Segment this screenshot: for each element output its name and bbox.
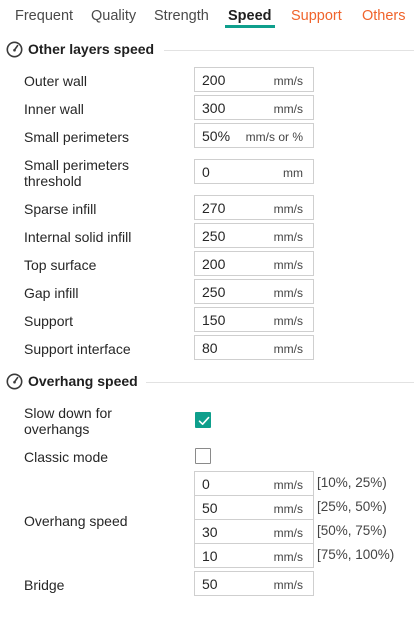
- field-value: 0: [202, 164, 210, 180]
- field-unit: mm/s: [273, 578, 303, 592]
- small-perimeters-threshold-input[interactable]: 0 mm: [194, 159, 314, 184]
- bridge-input[interactable]: 50 mm/s: [194, 571, 314, 596]
- field-unit: mm/s or %: [245, 130, 303, 144]
- field-value: 250: [202, 284, 226, 300]
- small-perimeters-input[interactable]: 50% mm/s or %: [194, 123, 314, 148]
- sparse-infill-label: Sparse infill: [24, 201, 97, 217]
- bridge-label: Bridge: [24, 577, 65, 593]
- field-unit: mm/s: [273, 526, 303, 540]
- field-value: 150: [202, 312, 226, 328]
- slow-down-overhangs-label-line1: Slow down for: [24, 405, 112, 421]
- top-surface-input[interactable]: 200 mm/s: [194, 251, 314, 276]
- tab-quality[interactable]: Quality: [91, 8, 136, 24]
- overhang-range-label: [50%, 75%): [317, 523, 387, 538]
- active-tab-indicator: [225, 25, 275, 28]
- tab-strength[interactable]: Strength: [154, 8, 209, 24]
- field-unit: mm/s: [273, 230, 303, 244]
- classic-mode-checkbox[interactable]: [195, 448, 211, 464]
- section-title: Overhang speed: [28, 373, 138, 389]
- field-value: 80: [202, 340, 218, 356]
- check-icon: [198, 416, 210, 425]
- field-value: 200: [202, 72, 226, 88]
- support-interface-input[interactable]: 80 mm/s: [194, 335, 314, 360]
- overhang-range-label: [25%, 50%): [317, 499, 387, 514]
- field-unit: mm: [283, 166, 303, 180]
- outer-wall-input[interactable]: 200 mm/s: [194, 67, 314, 92]
- field-unit: mm/s: [273, 202, 303, 216]
- overhang-speed-input-2[interactable]: 50 mm/s: [194, 495, 314, 520]
- field-unit: mm/s: [273, 286, 303, 300]
- section-header-overhang-speed: Overhang speed: [6, 372, 414, 392]
- internal-solid-infill-label: Internal solid infill: [24, 229, 132, 245]
- field-value: 200: [202, 256, 226, 272]
- gauge-icon: [6, 373, 23, 390]
- slow-down-overhangs-label-line2: overhangs: [24, 421, 90, 437]
- field-value: 30: [202, 524, 218, 540]
- section-title: Other layers speed: [28, 41, 155, 57]
- section-divider: [146, 382, 414, 383]
- field-unit: mm/s: [273, 258, 303, 272]
- small-perimeters-label: Small perimeters: [24, 129, 130, 145]
- sparse-infill-input[interactable]: 270 mm/s: [194, 195, 314, 220]
- small-perimeters-threshold-label-line2: threshold: [24, 173, 82, 189]
- section-divider: [164, 50, 414, 51]
- tab-support[interactable]: Support: [291, 8, 342, 24]
- internal-solid-infill-input[interactable]: 250 mm/s: [194, 223, 314, 248]
- support-interface-label: Support interface: [24, 341, 131, 357]
- tab-speed[interactable]: Speed: [228, 8, 272, 24]
- outer-wall-label: Outer wall: [24, 73, 88, 89]
- field-value: 50%: [202, 128, 231, 144]
- field-value: 300: [202, 100, 226, 116]
- field-unit: mm/s: [273, 550, 303, 564]
- gap-infill-input[interactable]: 250 mm/s: [194, 279, 314, 304]
- field-unit: mm/s: [273, 478, 303, 492]
- field-value: 10: [202, 548, 218, 564]
- field-unit: mm/s: [273, 314, 303, 328]
- section-header-other-layers-speed: Other layers speed: [6, 40, 414, 60]
- inner-wall-input[interactable]: 300 mm/s: [194, 95, 314, 120]
- tab-bar: Frequent Quality Strength Speed Support …: [0, 0, 417, 29]
- small-perimeters-threshold-label-line1: Small perimeters: [24, 157, 130, 173]
- inner-wall-label: Inner wall: [24, 101, 84, 117]
- field-value: 270: [202, 200, 226, 216]
- classic-mode-label: Classic mode: [24, 449, 109, 465]
- gap-infill-label: Gap infill: [24, 285, 79, 301]
- overhang-speed-input-4[interactable]: 10 mm/s: [194, 543, 314, 568]
- support-input[interactable]: 150 mm/s: [194, 307, 314, 332]
- field-unit: mm/s: [273, 502, 303, 516]
- field-value: 250: [202, 228, 226, 244]
- overhang-range-label: [10%, 25%): [317, 475, 387, 490]
- overhang-speed-label: Overhang speed: [24, 513, 128, 529]
- gauge-icon: [6, 41, 23, 58]
- support-label: Support: [24, 313, 74, 329]
- top-surface-label: Top surface: [24, 257, 97, 273]
- slow-down-overhangs-checkbox[interactable]: [195, 412, 211, 428]
- field-unit: mm/s: [273, 102, 303, 116]
- field-unit: mm/s: [273, 74, 303, 88]
- overhang-speed-input-3[interactable]: 30 mm/s: [194, 519, 314, 544]
- tab-others[interactable]: Others: [362, 8, 406, 24]
- overhang-range-label: [75%, 100%): [317, 547, 395, 562]
- field-unit: mm/s: [273, 342, 303, 356]
- tab-frequent[interactable]: Frequent: [15, 8, 73, 24]
- overhang-speed-input-1[interactable]: 0 mm/s: [194, 471, 314, 496]
- field-value: 50: [202, 500, 218, 516]
- field-value: 50: [202, 576, 218, 592]
- field-value: 0: [202, 476, 210, 492]
